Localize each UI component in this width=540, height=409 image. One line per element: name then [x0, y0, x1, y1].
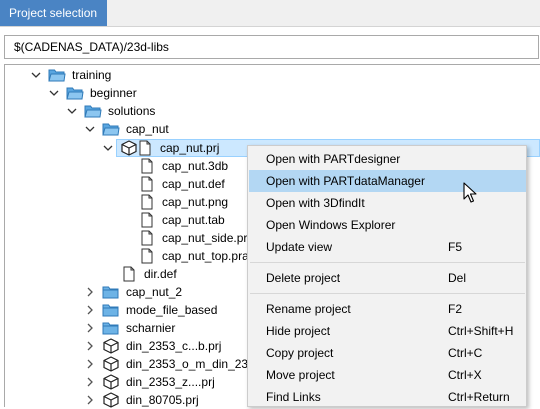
folder-icon: [102, 284, 120, 300]
menu-item-open-3dfindit[interactable]: Open with 3DfindIt: [249, 192, 526, 214]
file-icon: [138, 194, 156, 210]
expand-arrow-icon[interactable]: [84, 391, 96, 409]
file-icon: [138, 230, 156, 246]
file-icon: [136, 140, 154, 156]
menu-item-update-view[interactable]: Update view F5: [249, 236, 526, 258]
collapse-arrow-icon[interactable]: [48, 84, 60, 102]
menu-item-open-partdesigner[interactable]: Open with PARTdesigner: [249, 148, 526, 170]
folder-icon: [102, 302, 120, 318]
file-icon: [138, 248, 156, 264]
file-icon: [138, 158, 156, 174]
tree-item-cap-nut-2[interactable]: cap_nut_2: [0, 283, 240, 301]
folder-icon: [66, 85, 84, 101]
cube-project-icon: [102, 338, 120, 354]
tree-item-file[interactable]: cap_nut_top.pra: [0, 247, 250, 265]
menu-item-move-project[interactable]: Move project Ctrl+X: [249, 364, 526, 386]
menu-item-rename-project[interactable]: Rename project F2: [249, 298, 526, 320]
menu-item-open-partdatamanager[interactable]: Open with PARTdataManager: [249, 170, 526, 192]
cube-project-icon: [102, 392, 120, 408]
tree-item-dir-def[interactable]: dir.def: [0, 265, 240, 283]
expand-arrow-icon[interactable]: [84, 373, 96, 391]
collapse-arrow-icon[interactable]: [66, 102, 78, 120]
folder-icon: [84, 103, 102, 119]
tree-item-training[interactable]: training: [0, 66, 300, 84]
tree-item-din-project[interactable]: din_2353_o_m_din_2353: [0, 355, 261, 373]
tree-item-file[interactable]: cap_nut.png: [0, 193, 250, 211]
tree-item-cap-nut[interactable]: cap_nut: [0, 120, 300, 138]
tree-item-din-project[interactable]: din_2353_z....prj: [0, 373, 240, 391]
folder-icon: [102, 121, 120, 137]
tree-item-din-project[interactable]: din_80705.prj: [0, 391, 240, 409]
menu-item-open-windows-explorer[interactable]: Open Windows Explorer: [249, 214, 526, 236]
tree-item-file[interactable]: cap_nut_side.pra: [0, 229, 254, 247]
tree-item-din-project[interactable]: din_2353_c...b.prj: [0, 337, 240, 355]
tab-project-selection[interactable]: Project selection: [0, 0, 107, 26]
folder-icon: [102, 320, 120, 336]
path-input[interactable]: $(CADENAS_DATA)/23d-libs: [4, 35, 539, 59]
menu-item-find-links[interactable]: Find Links Ctrl+Return: [249, 386, 526, 408]
context-menu: Open with PARTdesigner Open with PARTdat…: [247, 145, 527, 407]
collapse-arrow-icon[interactable]: [102, 139, 114, 157]
tree-item-solutions[interactable]: solutions: [0, 102, 300, 120]
path-input-value: $(CADENAS_DATA)/23d-libs: [14, 40, 169, 54]
tree-item-mode-file-based[interactable]: mode_file_based: [0, 301, 240, 319]
tree-item-file[interactable]: cap_nut.3db: [0, 157, 250, 175]
file-icon: [138, 212, 156, 228]
mouse-cursor-icon: [463, 182, 477, 203]
expand-arrow-icon[interactable]: [84, 319, 96, 337]
collapse-arrow-icon[interactable]: [30, 66, 42, 84]
menu-item-delete-project[interactable]: Delete project Del: [249, 267, 526, 289]
folder-icon: [48, 67, 66, 83]
cube-project-icon: [102, 356, 120, 372]
expand-arrow-icon[interactable]: [84, 337, 96, 355]
file-icon: [120, 266, 138, 282]
tree-item-file[interactable]: cap_nut.def: [0, 175, 250, 193]
menu-separator: [250, 262, 525, 263]
tree-item-beginner[interactable]: beginner: [0, 84, 300, 102]
tree-item-file[interactable]: cap_nut.tab: [0, 211, 250, 229]
tab-bar: Project selection: [0, 0, 540, 27]
expand-arrow-icon[interactable]: [84, 301, 96, 319]
file-icon: [138, 176, 156, 192]
collapse-arrow-icon[interactable]: [84, 120, 96, 138]
menu-separator: [250, 293, 525, 294]
cube-project-icon: [102, 374, 120, 390]
tree-item-scharnier[interactable]: scharnier: [0, 319, 240, 337]
expand-arrow-icon[interactable]: [84, 283, 96, 301]
menu-item-hide-project[interactable]: Hide project Ctrl+Shift+H: [249, 320, 526, 342]
expand-arrow-icon[interactable]: [84, 355, 96, 373]
menu-item-copy-project[interactable]: Copy project Ctrl+C: [249, 342, 526, 364]
